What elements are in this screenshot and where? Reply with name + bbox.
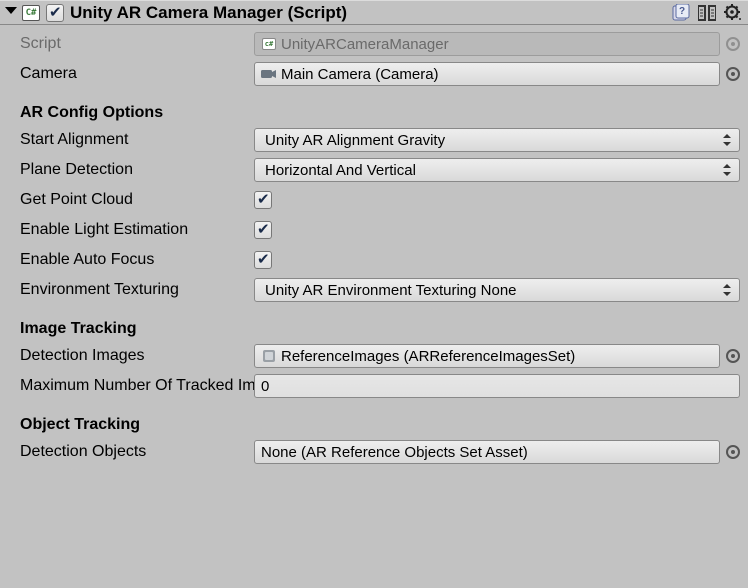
- get-point-cloud-label: Get Point Cloud: [20, 191, 254, 209]
- component-body: Script c# UnityARCameraManager Camera Ma…: [0, 25, 748, 467]
- script-object-picker: [726, 37, 740, 51]
- detection-images-field[interactable]: ReferenceImages (ARReferenceImagesSet): [254, 344, 720, 368]
- section-object-tracking: Object Tracking: [20, 401, 740, 437]
- script-label: Script: [20, 35, 254, 53]
- plane-detection-label: Plane Detection: [20, 161, 254, 179]
- light-estimation-label: Enable Light Estimation: [20, 221, 254, 239]
- get-point-cloud-checkbox[interactable]: [254, 191, 272, 209]
- svg-text:?: ?: [679, 6, 685, 17]
- start-alignment-label: Start Alignment: [20, 131, 254, 149]
- asset-icon: [261, 349, 277, 363]
- max-tracked-input[interactable]: [261, 378, 733, 395]
- detection-objects-field[interactable]: None (AR Reference Objects Set Asset): [254, 440, 720, 464]
- camera-field[interactable]: Main Camera (Camera): [254, 62, 720, 86]
- auto-focus-label: Enable Auto Focus: [20, 251, 254, 269]
- help-icon[interactable]: ?: [672, 4, 690, 22]
- foldout-toggle[interactable]: [5, 7, 17, 19]
- preset-icon[interactable]: [698, 4, 716, 22]
- detection-images-label: Detection Images: [20, 347, 254, 365]
- script-field: c# UnityARCameraManager: [254, 32, 720, 56]
- section-image-tracking: Image Tracking: [20, 305, 740, 341]
- camera-icon: [261, 67, 277, 81]
- max-tracked-label: Maximum Number Of Tracked Images: [20, 377, 254, 395]
- env-texturing-popup[interactable]: Unity AR Environment Texturing None: [254, 278, 740, 302]
- detection-objects-label: Detection Objects: [20, 443, 254, 461]
- settings-gear-icon[interactable]: [724, 4, 742, 22]
- section-ar-config: AR Config Options: [20, 89, 740, 125]
- component-header: C# Unity AR Camera Manager (Script) ?: [0, 0, 748, 25]
- plane-detection-popup[interactable]: Horizontal And Vertical: [254, 158, 740, 182]
- auto-focus-checkbox[interactable]: [254, 251, 272, 269]
- camera-object-picker[interactable]: [726, 67, 740, 81]
- csharp-mini-icon: c#: [261, 37, 277, 51]
- max-tracked-field[interactable]: [254, 374, 740, 398]
- detection-images-picker[interactable]: [726, 349, 740, 363]
- detection-objects-picker[interactable]: [726, 445, 740, 459]
- csharp-script-icon: C#: [22, 5, 40, 21]
- start-alignment-popup[interactable]: Unity AR Alignment Gravity: [254, 128, 740, 152]
- component-title: Unity AR Camera Manager (Script): [68, 3, 672, 23]
- component-enabled-checkbox[interactable]: [46, 4, 64, 22]
- env-texturing-label: Environment Texturing: [20, 281, 254, 299]
- light-estimation-checkbox[interactable]: [254, 221, 272, 239]
- camera-label: Camera: [20, 65, 254, 83]
